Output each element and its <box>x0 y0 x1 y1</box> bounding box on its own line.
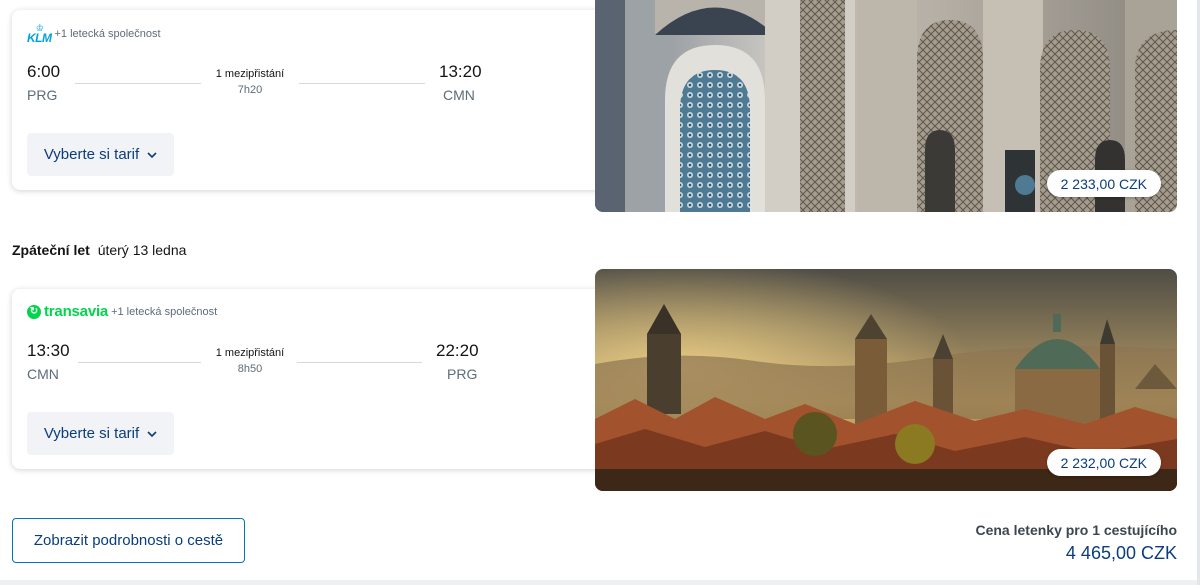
chevron-down-icon <box>147 430 157 437</box>
duration-label: 8h50 <box>237 363 263 375</box>
transavia-icon: ↻ <box>27 304 41 319</box>
outbound-airline: ♔ KLM +1 letecká společnost <box>27 24 161 45</box>
stops-label: 1 mezipřistání <box>215 68 285 80</box>
destination-photo-casablanca: 2 233,00 CZK <box>595 0 1177 212</box>
transavia-logo-text: transavia <box>44 303 109 320</box>
return-flight-date: úterý 13 ledna <box>97 242 187 258</box>
depart-airport-code: CMN <box>27 366 59 382</box>
select-fare-label: Vyberte si tarif <box>43 425 140 442</box>
klm-logo-text: KLM <box>27 31 52 45</box>
return-price-badge: 2 232,00 CZK <box>1046 449 1161 476</box>
arrive-airport-code: PRG <box>447 366 478 382</box>
airline-more-label: +1 letecká společnost <box>111 305 218 318</box>
return-flight-header: Zpáteční let úterý 13 ledna <box>12 242 186 258</box>
depart-airport-code: PRG <box>27 87 58 103</box>
chevron-down-icon <box>147 151 157 158</box>
bottom-divider <box>0 580 1200 585</box>
total-price-label: Cena letenky pro 1 cestujícího <box>975 522 1177 538</box>
airline-more-label: +1 letecká společnost <box>54 28 161 40</box>
show-trip-details-button[interactable]: Zobrazit podrobnosti o cestě <box>12 518 245 563</box>
return-flight-title: Zpáteční let <box>12 242 90 258</box>
duration-label: 7h20 <box>237 84 263 96</box>
select-fare-button[interactable]: Vyberte si tarif <box>27 412 174 455</box>
route-line-right <box>299 83 425 84</box>
select-fare-label: Vyberte si tarif <box>43 146 140 163</box>
total-price: 4 465,00 CZK <box>1065 543 1177 563</box>
outbound-price-badge: 2 233,00 CZK <box>1046 170 1161 197</box>
arrive-airport-code: CMN <box>443 87 475 103</box>
arrive-time: 22:20 <box>436 341 479 360</box>
return-airline: ↻ transavia +1 letecká společnost <box>27 303 217 320</box>
route-line-left <box>75 83 201 84</box>
outbound-flight-card: ♔ KLM +1 letecká společnost 6:00 PRG 1 m… <box>12 10 612 190</box>
stops-label: 1 mezipřistání <box>215 347 285 359</box>
return-flight-card: ↻ transavia +1 letecká společnost 13:30 … <box>12 289 612 469</box>
depart-time: 13:30 <box>27 341 70 360</box>
arrive-time: 13:20 <box>439 62 482 81</box>
destination-photo-prague: 2 232,00 CZK <box>595 269 1177 491</box>
depart-time: 6:00 <box>27 62 61 81</box>
klm-logo: ♔ KLM <box>27 24 52 45</box>
select-fare-button[interactable]: Vyberte si tarif <box>27 133 174 176</box>
route-line-left <box>78 362 201 363</box>
route-line-right <box>297 362 422 363</box>
